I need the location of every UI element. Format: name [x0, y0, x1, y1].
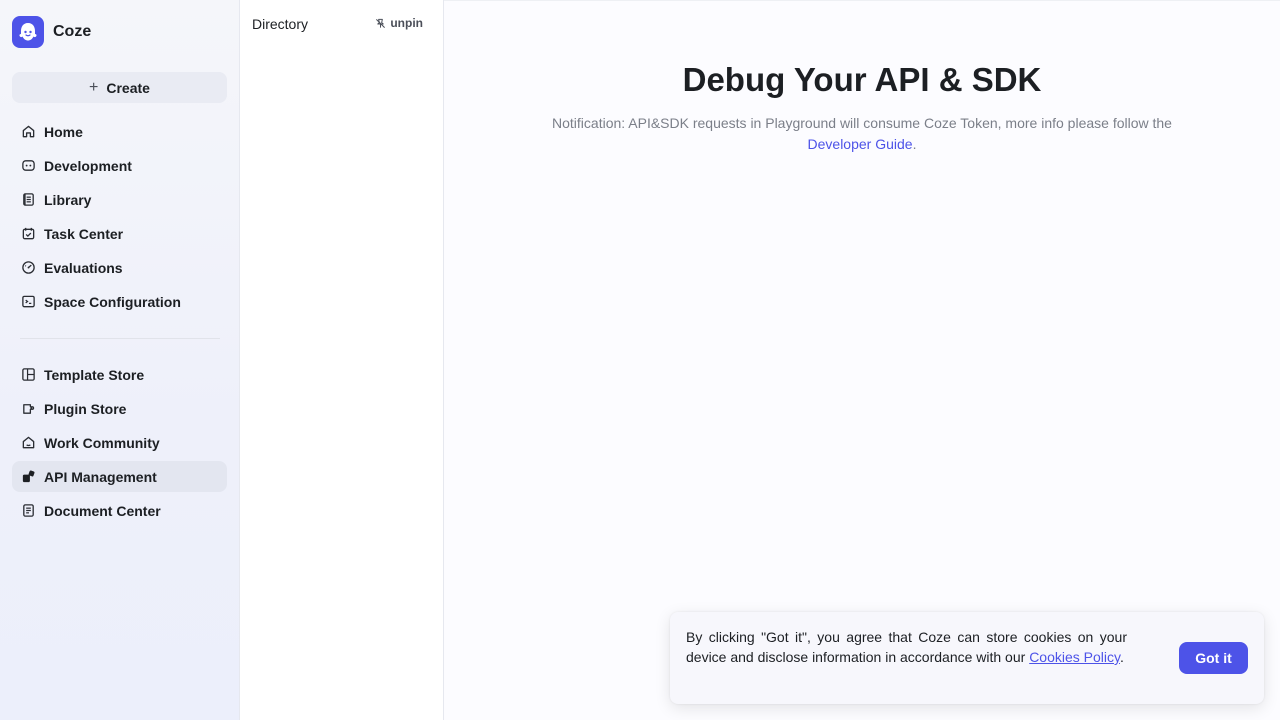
api-management-icon: [20, 469, 36, 485]
sidebar-item-label: Document Center: [44, 502, 161, 519]
evaluations-icon: [20, 260, 36, 276]
plus-icon: +: [89, 78, 99, 96]
sidebar-item-label: Work Community: [44, 434, 160, 451]
got-it-button[interactable]: Got it: [1179, 642, 1248, 674]
sidebar-item-library[interactable]: Library: [12, 184, 227, 215]
sidebar-item-label: Task Center: [44, 225, 124, 242]
home-icon: [20, 124, 36, 140]
sidebar-item-label: Space Configuration: [44, 293, 181, 310]
sidebar-item-home[interactable]: Home: [12, 116, 227, 147]
document-center-icon: [20, 503, 36, 519]
brand-name: Coze: [53, 23, 92, 40]
task-center-icon: [20, 226, 36, 242]
sidebar-item-api-management[interactable]: API Management: [12, 461, 227, 492]
developer-guide-link[interactable]: Developer Guide: [808, 136, 913, 152]
directory-title: Directory: [252, 16, 309, 32]
sidebar-item-label: Template Store: [44, 366, 145, 383]
sidebar-item-space-configuration[interactable]: Space Configuration: [12, 286, 227, 317]
sidebar-item-development[interactable]: Development: [12, 150, 227, 181]
unpin-label: unpin: [390, 16, 423, 30]
create-label: Create: [106, 79, 150, 96]
unpin-icon: [376, 18, 386, 28]
library-icon: [20, 192, 36, 208]
template-store-icon: [20, 367, 36, 383]
brand[interactable]: Coze: [12, 16, 91, 48]
plugin-store-icon: [20, 401, 36, 417]
sidebar-item-template-store[interactable]: Template Store: [12, 359, 227, 390]
notice-end: .: [912, 136, 917, 152]
directory-panel: Directory unpin: [240, 0, 444, 720]
notice-text: Notification: API&SDK requests in Playgr…: [552, 115, 1172, 131]
sidebar-item-label: Library: [44, 191, 92, 208]
sidebar-item-plugin-store[interactable]: Plugin Store: [12, 393, 227, 424]
development-icon: [20, 158, 36, 174]
sidebar-item-task-center[interactable]: Task Center: [12, 218, 227, 249]
cookie-text: By clicking "Got it", you agree that Coz…: [686, 627, 1127, 667]
create-button[interactable]: + Create: [12, 72, 227, 103]
sidebar-item-label: Home: [44, 123, 83, 140]
token-notice: Notification: API&SDK requests in Playgr…: [534, 113, 1190, 155]
sidebar-item-evaluations[interactable]: Evaluations: [12, 252, 227, 283]
cookie-end: .: [1119, 649, 1124, 665]
page-title: Debug Your API & SDK: [682, 61, 1042, 98]
work-community-icon: [20, 435, 36, 451]
sidebar-item-label: Evaluations: [44, 259, 123, 276]
space-configuration-icon: [20, 294, 36, 310]
coze-logo-icon: [12, 16, 44, 48]
sidebar-item-label: Plugin Store: [44, 400, 127, 417]
cookies-policy-link[interactable]: Cookies Policy: [1029, 649, 1120, 665]
sidebar-divider: [20, 338, 220, 339]
cookie-banner: By clicking "Got it", you agree that Coz…: [670, 612, 1264, 704]
sidebar-item-label: Development: [44, 157, 132, 174]
unpin-button[interactable]: unpin: [375, 16, 423, 30]
sidebar-item-work-community[interactable]: Work Community: [12, 427, 227, 458]
sidebar: Coze + Create Home Development Library T…: [0, 0, 240, 720]
sidebar-item-label: API Management: [44, 468, 157, 485]
sidebar-item-document-center[interactable]: Document Center: [12, 495, 227, 526]
